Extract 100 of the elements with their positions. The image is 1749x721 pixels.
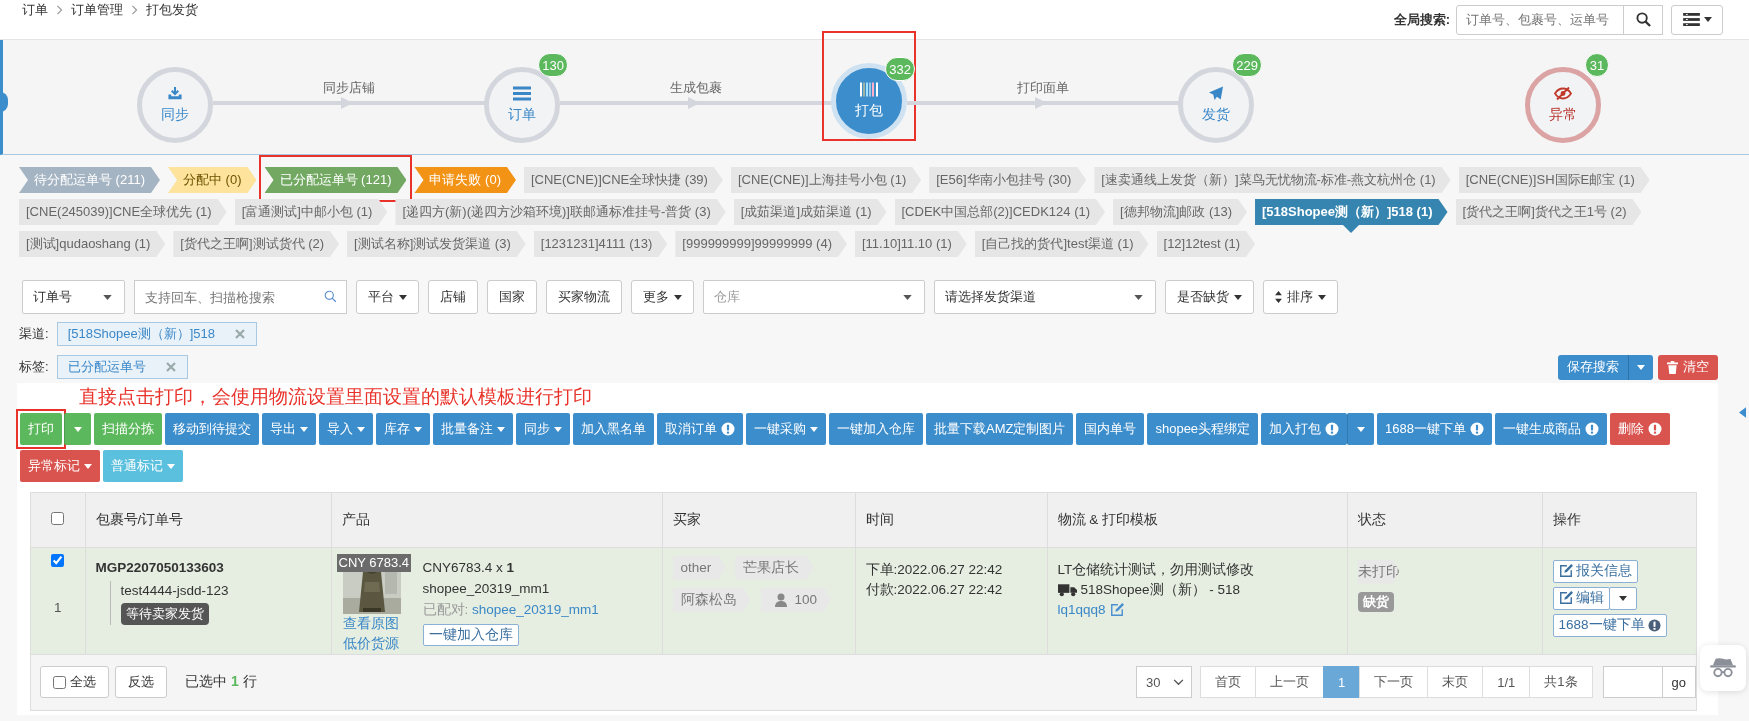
filter-chip[interactable]: 已分配运单号: [56, 355, 188, 379]
menu-button[interactable]: [1671, 4, 1723, 35]
filter-tag[interactable]: [CNE(CNE)]CNE全球快捷 (39): [523, 167, 723, 193]
filter-tag[interactable]: 分配中 (0): [168, 167, 257, 193]
filter-tag[interactable]: [德邦物流]邮政 (13): [1113, 199, 1247, 225]
filter-button[interactable]: 买家物流: [546, 280, 622, 314]
link[interactable]: shopee_20319_mm1: [472, 601, 599, 617]
filter-chip[interactable]: [518Shopee测（新）]518: [56, 322, 258, 346]
toolbar-button[interactable]: 扫描分拣: [94, 413, 162, 445]
page-size-select[interactable]: 30: [1136, 666, 1192, 698]
toolbar-button[interactable]: 加入黑名单: [573, 413, 654, 445]
toolbar-button[interactable]: 导入: [319, 413, 373, 445]
filter-tag[interactable]: [CNE(CNE)]上海挂号小包 (1): [730, 167, 922, 193]
package-number: MGP2207050133603: [95, 559, 225, 575]
filter-tag[interactable]: [999999999]99999999 (4): [675, 231, 847, 257]
dropdown-field[interactable]: 请选择发货渠道: [934, 280, 1156, 314]
sort-button[interactable]: 排序: [1263, 280, 1338, 314]
caret-button[interactable]: [1628, 354, 1653, 380]
filter-tag[interactable]: [CDEK中国总部(2)]CEDK124 (1): [894, 199, 1106, 225]
outline-button[interactable]: 报关信息: [1552, 559, 1638, 583]
filter-tag[interactable]: [速卖通线上发货（新）]菜鸟无忧物流-标准-燕文杭州仓 (1): [1094, 167, 1451, 193]
toolbar-button[interactable]: 一键生成商品: [1495, 413, 1608, 445]
search-field[interactable]: 支持回车、扫描枪搜索: [134, 280, 347, 314]
checkbox[interactable]: [51, 553, 65, 567]
filter-button[interactable]: 平台: [356, 280, 419, 314]
helper-button[interactable]: [1700, 645, 1746, 691]
toolbar-button[interactable]: 批量备注: [433, 413, 513, 445]
remove-icon[interactable]: [165, 362, 176, 372]
breadcrumb-item[interactable]: 订单: [22, 0, 48, 19]
page-button[interactable]: 1/1: [1482, 666, 1531, 698]
checkbox[interactable]: [51, 511, 65, 525]
outline-button[interactable]: 1688一键下单: [1552, 613, 1667, 637]
filter-button[interactable]: 店铺: [428, 280, 478, 314]
filter-tag[interactable]: [11.10]11.10 (1): [854, 231, 967, 257]
filter-button[interactable]: 更多: [631, 280, 694, 314]
step-button[interactable]: 同步: [137, 67, 213, 143]
toolbar-button[interactable]: 1688一键下单: [1377, 413, 1493, 445]
filter-tag[interactable]: [CNE(CNE)]SH国际E邮宝 (1): [1458, 167, 1650, 193]
toolbar-button[interactable]: 批量下载AMZ定制图片: [926, 413, 1074, 445]
toolbar-button[interactable]: 异常标记: [20, 450, 100, 482]
toolbar-button[interactable]: 打印: [20, 413, 62, 445]
filter-tag[interactable]: [富通测试]中邮小包 (1): [234, 199, 388, 225]
toolbar-button[interactable]: 一键加入仓库: [829, 413, 923, 445]
toolbar-button[interactable]: 库存: [376, 413, 430, 445]
page-button[interactable]: 下一页: [1359, 666, 1429, 698]
remove-icon[interactable]: [235, 329, 246, 339]
toolbar-button[interactable]: 保存搜索: [1558, 354, 1628, 380]
link[interactable]: 查看原图: [342, 613, 401, 634]
dropdown-field[interactable]: 仓库: [703, 280, 925, 314]
toolbar-button[interactable]: 导出: [262, 413, 316, 445]
toolbar-button[interactable]: shopee头程绑定: [1147, 413, 1259, 445]
page-button[interactable]: 上一页: [1255, 666, 1324, 698]
link[interactable]: 低价货源: [342, 633, 401, 654]
column-header: 操作: [1552, 511, 1581, 527]
toolbar-button[interactable]: 一键采购: [746, 413, 826, 445]
invert-button[interactable]: 反选: [115, 666, 167, 698]
toolbar-button[interactable]: 加入打包: [1261, 413, 1348, 445]
sidebar-toggle[interactable]: [0, 92, 8, 112]
filter-tag[interactable]: [测试名称]测试发货渠道 (3): [347, 231, 526, 257]
page-button[interactable]: 末页: [1427, 666, 1484, 698]
page-button[interactable]: 共1条: [1529, 666, 1593, 698]
filter-tag[interactable]: [CNE(245039)]CNE全球优先 (1): [19, 199, 227, 225]
link[interactable]: lq1qqq8: [1057, 599, 1106, 620]
filter-tag[interactable]: [测试]qudaoshang (1): [19, 231, 166, 257]
go-button[interactable]: go: [1661, 666, 1696, 698]
filter-tag[interactable]: 已分配运单号 (121): [264, 167, 407, 193]
filter-button[interactable]: 国家: [487, 280, 537, 314]
filter-tag[interactable]: [1231231]4111 (13): [533, 231, 668, 257]
page-button[interactable]: 1: [1323, 666, 1361, 698]
collapse-icon[interactable]: [1739, 407, 1746, 418]
toolbar-button[interactable]: 删除: [1610, 413, 1671, 445]
toolbar-button[interactable]: 清空: [1658, 354, 1718, 380]
caret-icon: [1318, 294, 1326, 300]
filter-tag[interactable]: [12]12test (1): [1156, 231, 1256, 257]
caret-button[interactable]: [1608, 586, 1637, 610]
breadcrumb-item[interactable]: 打包发货: [146, 0, 198, 19]
dropdown-field[interactable]: 订单号: [22, 280, 125, 314]
filter-tag[interactable]: [货代之王啊]货代之王1号 (2): [1455, 199, 1642, 225]
filter-tag[interactable]: [E56]华南小包挂号 (30): [929, 167, 1087, 193]
toolbar-button[interactable]: 取消订单: [657, 413, 743, 445]
checkbox[interactable]: [53, 675, 66, 689]
outline-button[interactable]: 编辑: [1552, 586, 1610, 610]
column-header: 时间: [865, 511, 894, 527]
toolbar-button[interactable]: 移动到待提交: [165, 413, 259, 445]
search-button[interactable]: [1623, 4, 1663, 35]
toolbar-button[interactable]: 国内单号: [1076, 413, 1145, 445]
outline-button[interactable]: 一键加入仓库: [422, 623, 519, 646]
page-field[interactable]: [1602, 666, 1663, 698]
table-row[interactable]: [31, 547, 1696, 654]
filter-tag[interactable]: [货代之王啊]测试货代 (2): [173, 231, 340, 257]
filter-tag[interactable]: [递四方(新)(递四方沙箱环境)]联邮通标准挂号-普货 (3): [395, 199, 726, 225]
edit-icon[interactable]: [1109, 602, 1124, 617]
page-button[interactable]: 首页: [1200, 666, 1256, 698]
filter-tag[interactable]: [自己找的货代]test渠道 (1): [974, 231, 1149, 257]
select-all-button[interactable]: 全选: [40, 666, 109, 698]
toolbar-button[interactable]: 同步: [516, 413, 570, 445]
search-field[interactable]: 订单号、包裹号、运单号: [1456, 4, 1624, 35]
breadcrumb-item[interactable]: 订单管理: [71, 0, 123, 19]
filter-tag[interactable]: [成茹渠道]成茹渠道 (1): [733, 199, 887, 225]
filter-button[interactable]: 是否缺货: [1165, 280, 1254, 314]
